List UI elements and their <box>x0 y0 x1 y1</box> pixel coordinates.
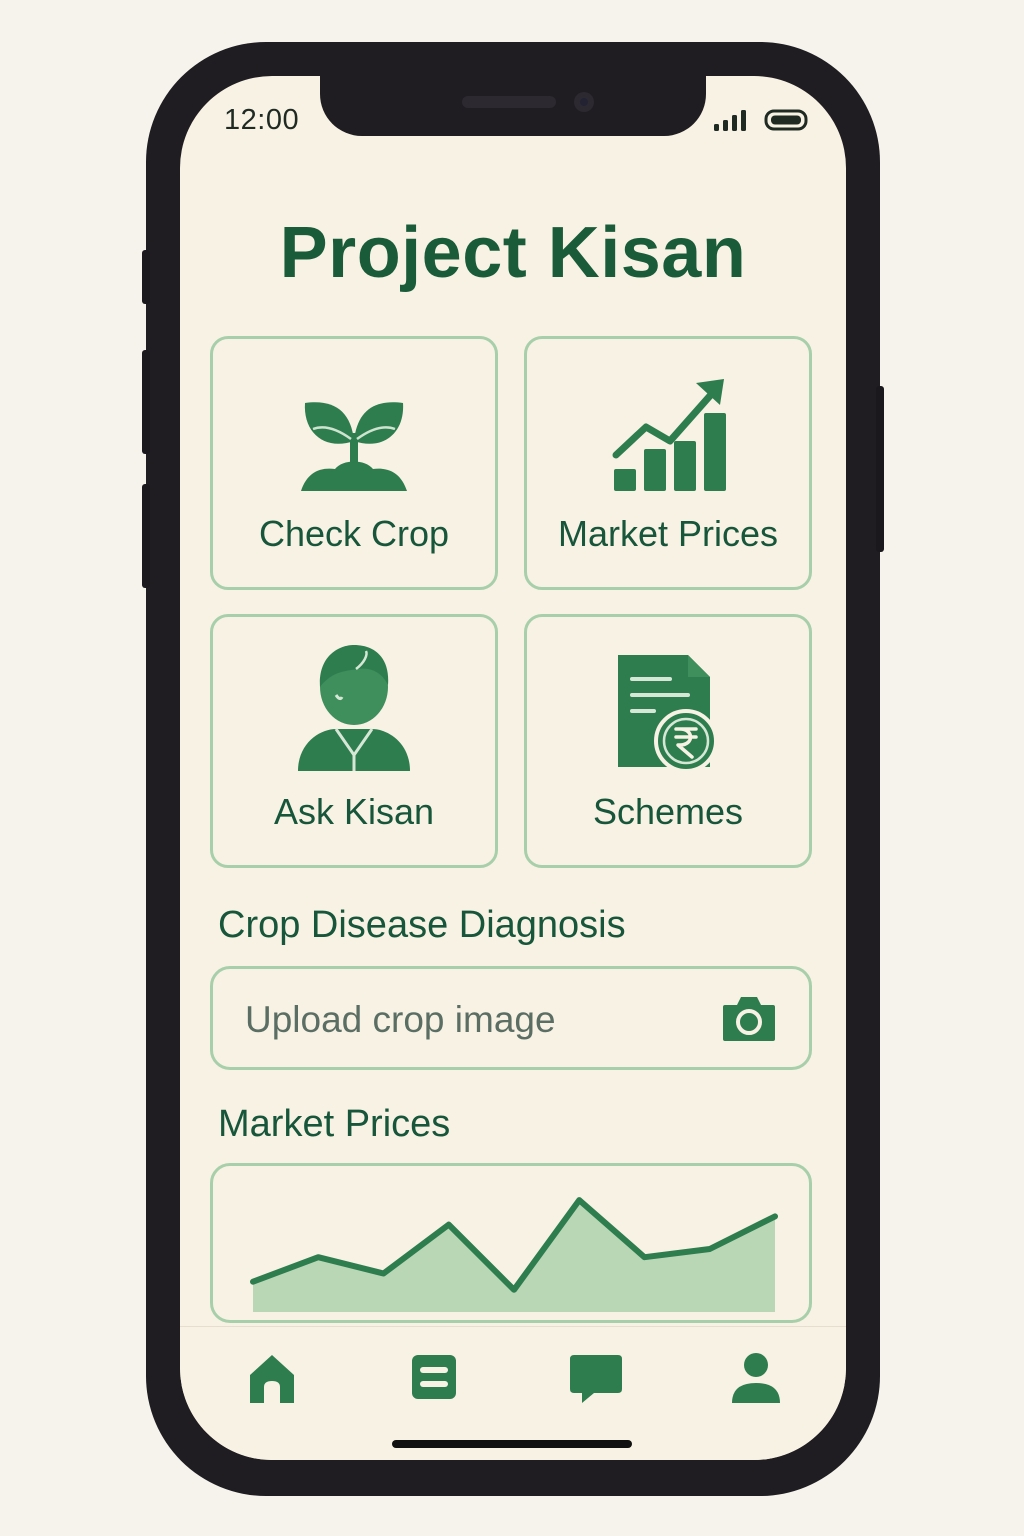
app-title: Project Kisan <box>279 213 747 293</box>
document-rupee-icon <box>618 655 718 773</box>
speaker <box>462 96 556 108</box>
status-time: 12:00 <box>224 104 300 136</box>
nav-profile[interactable] <box>728 1351 788 1411</box>
chat-icon <box>570 1355 622 1403</box>
nav-list[interactable] <box>408 1351 468 1411</box>
nav-home[interactable] <box>244 1351 304 1411</box>
price-area <box>253 1200 775 1312</box>
sprout-icon <box>301 402 407 491</box>
volume-down-button <box>142 484 150 588</box>
tile-label: Check Crop <box>258 513 450 554</box>
upload-crop-image-field[interactable]: Upload crop image <box>210 966 812 1070</box>
signal-icon <box>714 110 746 131</box>
profile-icon <box>732 1353 780 1403</box>
price-chart-svg <box>250 1197 778 1312</box>
mute-switch <box>142 250 150 304</box>
farmer-icon <box>298 645 410 771</box>
camera-icon[interactable] <box>721 993 777 1043</box>
tile-check-crop[interactable]: Check Crop <box>210 336 498 590</box>
upload-placeholder: Upload crop image <box>245 999 556 1040</box>
notch <box>320 76 706 136</box>
battery-icon <box>764 109 808 131</box>
power-button <box>876 386 884 552</box>
tile-schemes[interactable]: Schemes <box>524 614 812 868</box>
market-section-title: Market Prices <box>218 1103 451 1145</box>
front-camera <box>574 92 594 112</box>
app-screen: 12:00 Project Kisan Check Crop Market Pr… <box>180 76 846 1460</box>
list-icon <box>412 1355 456 1399</box>
tile-label: Market Prices <box>557 513 779 554</box>
bar-chart-trend-icon <box>612 379 726 491</box>
home-icon <box>250 1355 294 1403</box>
diagnosis-section-title: Crop Disease Diagnosis <box>218 904 626 946</box>
nav-chat[interactable] <box>568 1351 628 1411</box>
market-price-chart <box>210 1163 812 1323</box>
tile-market-prices[interactable]: Market Prices <box>524 336 812 590</box>
tile-ask-kisan[interactable]: Ask Kisan <box>210 614 498 868</box>
volume-up-button <box>142 350 150 454</box>
tile-label: Schemes <box>592 791 744 832</box>
home-indicator <box>392 1440 632 1448</box>
tile-label: Ask Kisan <box>273 791 435 832</box>
